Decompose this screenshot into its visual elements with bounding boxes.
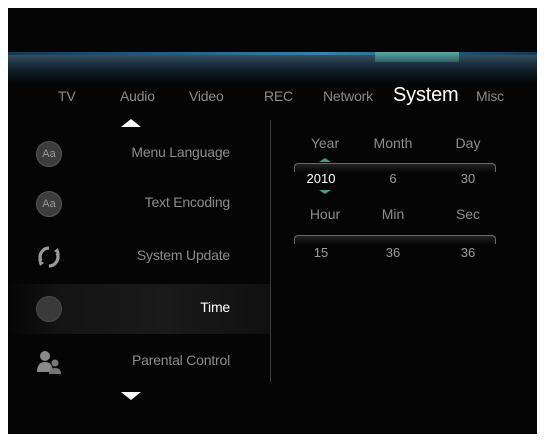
panel-divider [270,120,271,382]
scroll-up-arrow-icon[interactable] [121,119,141,127]
tab-rec[interactable]: REC [264,88,293,104]
menu-item-parental-control[interactable]: Parental Control [8,337,270,387]
menu-item-menu-language[interactable]: Aa Menu Language [8,129,270,179]
month-header: Month [373,135,413,151]
sec-header: Sec [455,206,481,222]
menu-item-text-encoding[interactable]: Aa Text Encoding [8,179,270,229]
tab-misc[interactable]: Misc [476,88,504,104]
settings-screen: TV Audio Video REC Network System Misc A… [8,8,537,434]
min-value[interactable]: 36 [363,245,423,260]
tab-network[interactable]: Network [323,88,373,104]
active-tab-indicator [375,52,459,62]
parental-users-icon [37,351,61,374]
tab-system[interactable]: System [393,84,459,107]
day-header: Day [455,135,481,151]
min-header: Min [381,206,405,222]
menu-item-label: Parental Control [132,352,230,368]
menu-item-label: System Update [136,247,230,263]
time-field-frame [294,235,496,244]
tab-tv[interactable]: TV [58,88,76,104]
menu-item-label: Menu Language [131,144,230,160]
hour-header: Hour [309,206,341,222]
font-aa-icon: Aa [36,141,62,167]
menu-item-label: Text Encoding [144,194,231,210]
scroll-down-arrow-icon[interactable] [121,392,141,400]
menu-item-time[interactable]: Time [8,284,270,334]
day-value[interactable]: 30 [438,171,498,186]
hour-value[interactable]: 15 [291,245,351,260]
refresh-icon [38,246,60,268]
menu-item-system-update[interactable]: System Update [8,232,270,282]
tab-bar: TV Audio Video REC Network System Misc [8,82,537,112]
year-value[interactable]: 2010 [291,171,351,186]
menu-item-label: Time [200,299,230,315]
clock-icon [36,296,62,322]
tab-audio[interactable]: Audio [120,88,155,104]
year-increment-icon[interactable] [319,158,331,162]
year-header: Year [310,135,340,151]
month-value[interactable]: 6 [363,171,423,186]
tab-video[interactable]: Video [189,88,224,104]
year-decrement-icon[interactable] [319,190,331,194]
sec-value[interactable]: 36 [438,245,498,260]
top-header-bar [8,52,537,82]
font-aa-icon: Aa [36,191,62,217]
